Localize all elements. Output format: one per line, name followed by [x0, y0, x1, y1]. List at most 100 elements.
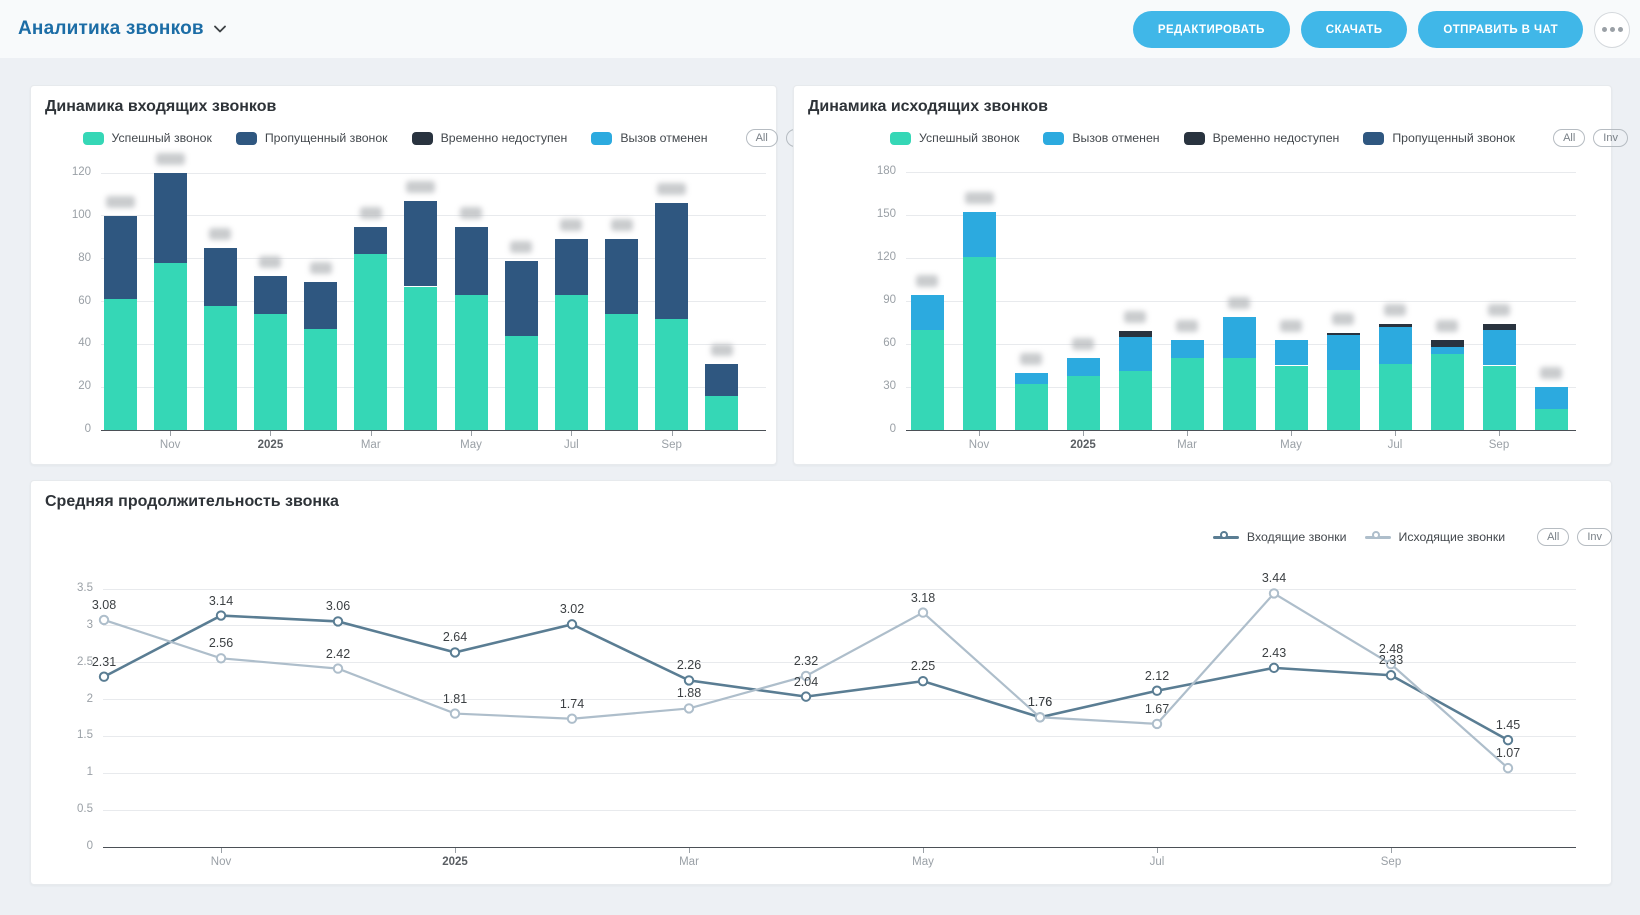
bar-segment[interactable] [1431, 354, 1464, 430]
legend-item[interactable]: Вызов отменен [591, 131, 707, 145]
header-button-download[interactable]: СКАЧАТЬ [1301, 11, 1408, 48]
more-options-button[interactable] [1594, 12, 1630, 48]
bar-segment[interactable] [605, 239, 638, 314]
bar-segment[interactable] [1119, 337, 1152, 371]
legend-item[interactable]: Пропущенный звонок [236, 131, 388, 145]
bar-segment[interactable] [1223, 317, 1256, 359]
data-point[interactable] [568, 715, 576, 723]
filter-all-button[interactable]: All [746, 129, 778, 147]
bar-segment[interactable] [705, 364, 738, 396]
bar-segment[interactable] [354, 254, 387, 430]
bar-segment[interactable] [705, 396, 738, 430]
bar-segment[interactable] [605, 314, 638, 430]
bar-segment[interactable] [1327, 333, 1360, 336]
data-point[interactable] [217, 654, 225, 662]
bar-segment[interactable] [1431, 347, 1464, 354]
bar-segment[interactable] [455, 295, 488, 430]
bar-segment[interactable] [655, 319, 688, 430]
bar-segment[interactable] [254, 276, 287, 315]
bar-segment[interactable] [505, 261, 538, 336]
bar-segment[interactable] [1015, 373, 1048, 384]
bar-segment[interactable] [1431, 340, 1464, 347]
bar-segment[interactable] [1379, 327, 1412, 364]
bar-segment[interactable] [104, 299, 137, 430]
data-point[interactable] [1504, 736, 1512, 744]
bar-segment[interactable] [1171, 340, 1204, 359]
data-point[interactable] [451, 709, 459, 717]
bar-segment[interactable] [911, 330, 944, 430]
bar-segment[interactable] [1483, 330, 1516, 366]
data-point[interactable] [1504, 764, 1512, 772]
report-title-dropdown[interactable]: Аналитика звонков [18, 0, 226, 58]
bar-segment[interactable] [963, 257, 996, 430]
bar-segment[interactable] [1067, 376, 1100, 430]
bar-segment[interactable] [1223, 358, 1256, 430]
bar-segment[interactable] [404, 201, 437, 287]
data-point[interactable] [1270, 589, 1278, 597]
bar-segment[interactable] [204, 306, 237, 430]
header-button-edit[interactable]: РЕДАКТИРОВАТЬ [1133, 11, 1290, 48]
legend-item[interactable]: Пропущенный звонок [1363, 131, 1515, 145]
bar-segment[interactable] [1535, 387, 1568, 409]
bar-segment[interactable] [1483, 366, 1516, 431]
bar-segment[interactable] [204, 248, 237, 306]
bar-segment[interactable] [304, 329, 337, 430]
bar-value-label-blurred [965, 192, 994, 204]
legend-label: Вызов отменен [1072, 131, 1159, 145]
bar-segment[interactable] [404, 287, 437, 430]
bar-segment[interactable] [1535, 409, 1568, 431]
bar-segment[interactable] [1275, 340, 1308, 366]
data-point[interactable] [1036, 713, 1044, 721]
bar-segment[interactable] [555, 295, 588, 430]
data-point[interactable] [1270, 664, 1278, 672]
bar-segment[interactable] [1483, 324, 1516, 330]
bar-segment[interactable] [104, 216, 137, 300]
bar-segment[interactable] [1275, 366, 1308, 431]
bar-segment[interactable] [304, 282, 337, 329]
legend-item[interactable]: Вызов отменен [1043, 131, 1159, 145]
filter-all-button[interactable]: All [1553, 129, 1585, 147]
bar-segment[interactable] [505, 336, 538, 430]
data-point[interactable] [1153, 687, 1161, 695]
data-point[interactable] [802, 692, 810, 700]
data-point[interactable] [568, 620, 576, 628]
bar-segment[interactable] [354, 227, 387, 255]
bar-segment[interactable] [154, 173, 187, 263]
bar-segment[interactable] [154, 263, 187, 430]
data-point[interactable] [1153, 720, 1161, 728]
bar-segment[interactable] [254, 314, 287, 430]
data-point[interactable] [334, 664, 342, 672]
legend-item[interactable]: Успешный звонок [890, 131, 1019, 145]
legend-item[interactable]: Временно недоступен [1184, 131, 1340, 145]
bar-segment[interactable] [1379, 324, 1412, 327]
bar-segment[interactable] [1379, 364, 1412, 430]
bar-segment[interactable] [911, 295, 944, 329]
data-point[interactable] [685, 676, 693, 684]
outgoing-calls-chart-card: Динамика исходящих звонков Успешный звон… [793, 85, 1612, 465]
data-point[interactable] [451, 648, 459, 656]
bar-segment[interactable] [1015, 384, 1048, 430]
header-button-send-to-chat[interactable]: ОТПРАВИТЬ В ЧАТ [1418, 11, 1583, 48]
bar-segment[interactable] [1067, 358, 1100, 375]
data-point[interactable] [685, 704, 693, 712]
bar-segment[interactable] [655, 203, 688, 319]
bar-segment[interactable] [1119, 371, 1152, 430]
bar-segment[interactable] [963, 212, 996, 256]
bar-segment[interactable] [1171, 358, 1204, 430]
data-point[interactable] [919, 677, 927, 685]
data-point[interactable] [1387, 671, 1395, 679]
bar-segment[interactable] [455, 227, 488, 296]
bar-segment[interactable] [1327, 370, 1360, 430]
data-point[interactable] [217, 611, 225, 619]
bar-segment[interactable] [1327, 335, 1360, 369]
legend-item[interactable]: Временно недоступен [412, 131, 568, 145]
data-point[interactable] [100, 616, 108, 624]
data-point[interactable] [919, 608, 927, 616]
data-point[interactable] [100, 673, 108, 681]
bar-segment[interactable] [1119, 331, 1152, 337]
legend-item[interactable]: Успешный звонок [83, 131, 212, 145]
bar-segment[interactable] [555, 239, 588, 295]
data-point[interactable] [334, 617, 342, 625]
bar-value-label-blurred [310, 262, 332, 274]
filter-inv-button[interactable]: Inv [1593, 129, 1628, 147]
